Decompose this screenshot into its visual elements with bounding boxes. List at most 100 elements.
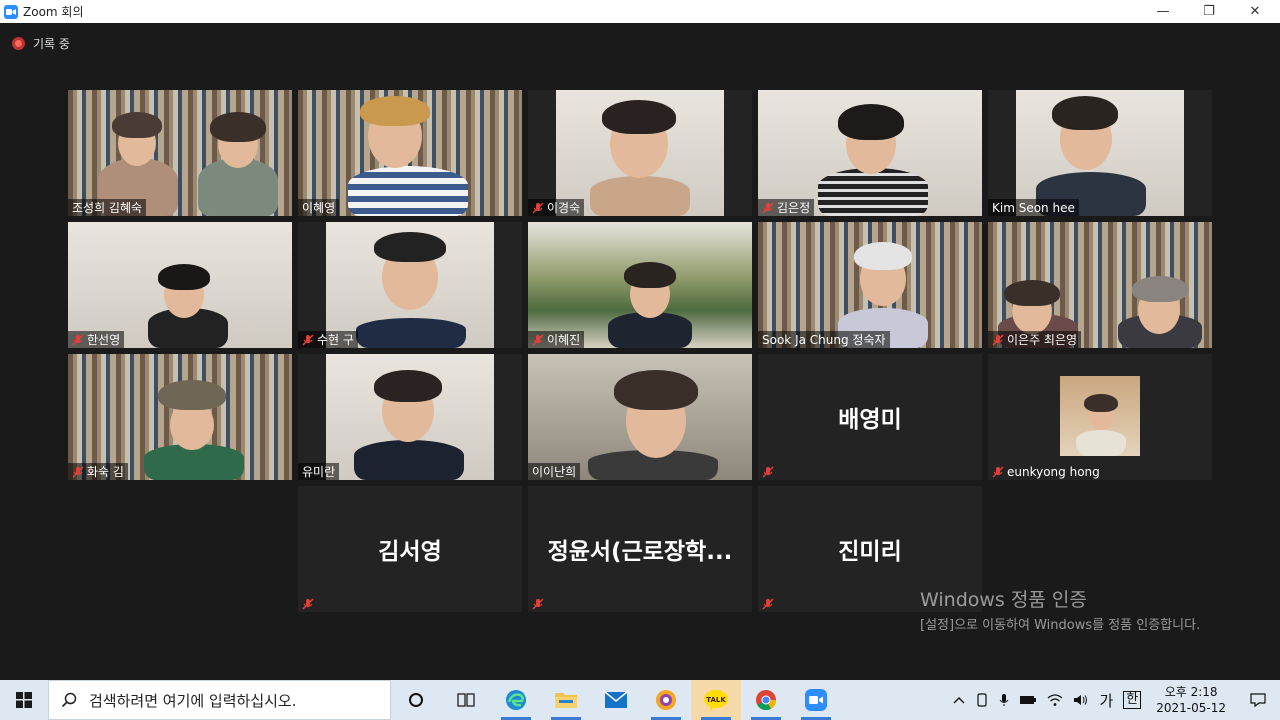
participant-video [758,222,982,348]
taskbar-clock[interactable]: 오후 2:18 2021-05-12 [1146,684,1236,716]
recording-indicator[interactable]: 기록 중 [12,35,70,52]
mic-muted-icon[interactable] [762,598,774,610]
participant-name-label [528,595,551,612]
wifi-icon [1048,694,1063,706]
battery-icon [1020,696,1037,704]
participant-tile[interactable]: Kim Seon hee [988,90,1212,216]
mic-muted-icon[interactable] [992,334,1004,346]
mic-muted-icon[interactable] [72,334,84,346]
participant-tile-no-video[interactable]: 김서영 [298,486,522,612]
participant-tile-no-video[interactable]: eunkyong hong [988,354,1212,480]
mic-muted-icon[interactable] [532,598,544,610]
notification-center-button[interactable] [1236,680,1280,720]
participant-tile-no-video[interactable]: 배영미 [758,354,982,480]
participant-hair [210,112,266,142]
mail-icon [604,691,628,708]
chevron-up-icon [953,697,965,704]
participant-hair [360,96,430,126]
mic-muted-icon[interactable] [302,598,314,610]
file-explorer-button[interactable] [541,680,591,720]
cortana-icon [409,693,423,707]
search-placeholder: 검색하려면 여기에 입력하십시오. [89,691,297,710]
mic-muted-icon[interactable] [302,334,314,346]
windows-activation-watermark: Windows 정품 인증 [설정]으로 이동하여 Windows를 정품 인증… [920,585,1240,635]
pen-workspace-button[interactable] [970,680,994,720]
participant-hair [112,112,162,138]
participant-video [1016,90,1184,216]
battery-tray-button[interactable] [1014,680,1042,720]
participant-name-label: Sook Ja Chung 정숙자 [758,331,890,348]
edge-app-button[interactable] [491,680,541,720]
participant-hair [838,104,904,140]
taskbar-search-box[interactable]: 검색하려면 여기에 입력하십시오. [48,680,391,720]
speaker-icon [1074,695,1088,705]
ime-mode-button[interactable]: 가 [1094,680,1118,720]
search-icon [61,692,77,708]
participant-hair [158,264,210,290]
show-hidden-icons-button[interactable] [948,680,970,720]
system-tray: 가 한 오후 2:18 2021-05-12 [948,680,1280,720]
participant-hair [854,242,912,270]
participant-figure [590,176,690,216]
participant-video [528,222,752,348]
mic-muted-icon[interactable] [72,466,84,478]
microphone-tray-button[interactable] [994,680,1014,720]
chrome-app-button[interactable] [741,680,791,720]
network-tray-button[interactable] [1042,680,1068,720]
participant-tile[interactable]: 이이난희 [528,354,752,480]
browser-app-button[interactable] [641,680,691,720]
minimize-button[interactable]: — [1140,0,1186,23]
close-button[interactable]: ✕ [1232,0,1278,23]
mic-muted-icon[interactable] [532,202,544,214]
mail-app-button[interactable] [591,680,641,720]
participant-video [988,222,1212,348]
windows-logo-icon [16,692,32,708]
participant-tile-no-video[interactable]: 정윤서(근로장학... [528,486,752,612]
meeting-view: 기록 중 조성희 김혜숙 이혜영 이경숙 김은정 Kim Seon hee 한선… [0,23,1280,680]
watermark-title: Windows 정품 인증 [920,589,1087,611]
participant-name-label: 이경숙 [528,199,585,216]
participant-tile[interactable]: Sook Ja Chung 정숙자 [758,222,982,348]
phone-icon [977,693,988,707]
ime-hanja-button[interactable]: 한 [1118,680,1146,720]
participant-name-label: 유미란 [298,463,340,480]
participant-video [326,222,494,348]
restore-button[interactable]: ❐ [1186,0,1232,23]
volume-tray-button[interactable] [1068,680,1094,720]
participant-tile[interactable]: 김은정 [758,90,982,216]
mic-muted-icon[interactable] [762,202,774,214]
record-icon [12,37,25,50]
participant-tile[interactable]: 이혜진 [528,222,752,348]
participant-tile[interactable]: 수현 구 [298,222,522,348]
zoom-app-icon [4,4,18,19]
participant-tile[interactable]: 이은주 최은영 [988,222,1212,348]
participant-video [298,90,522,216]
participant-tile[interactable]: 유미란 [298,354,522,480]
folder-icon [555,693,577,708]
participant-figure [348,166,468,216]
participant-video [326,354,494,480]
participant-tile[interactable]: 조성희 김혜숙 [68,90,292,216]
cortana-button[interactable] [391,680,441,720]
participant-name-label: 김은정 [758,199,815,216]
participant-tile[interactable]: 이경숙 [528,90,752,216]
task-view-button[interactable] [441,680,491,720]
ime-hanja-label: 한 [1123,691,1142,709]
zoom-app-button[interactable] [791,680,841,720]
participant-display-name: 김서영 [378,539,442,565]
mic-muted-icon[interactable] [762,466,774,478]
participant-tile[interactable]: 한선영 [68,222,292,348]
mic-muted-icon[interactable] [992,466,1004,478]
clock-time: 오후 2:18 [1164,685,1218,699]
participant-name-label: 수현 구 [298,331,358,348]
participant-hair [1084,394,1118,412]
participant-tile[interactable]: 화숙 김 [68,354,292,480]
kakaotalk-app-button[interactable]: TALK [691,680,741,720]
participant-tile-active-speaker[interactable]: 이혜영 [298,90,522,216]
start-button[interactable] [0,680,48,720]
participant-name-label: 이은주 최은영 [988,331,1082,348]
participant-name-label: 이혜진 [528,331,585,348]
mic-muted-icon[interactable] [532,334,544,346]
watermark-body: [설정]으로 이동하여 Windows를 정품 인증합니다. [920,618,1201,633]
participant-name-label: 조성희 김혜숙 [68,199,147,216]
